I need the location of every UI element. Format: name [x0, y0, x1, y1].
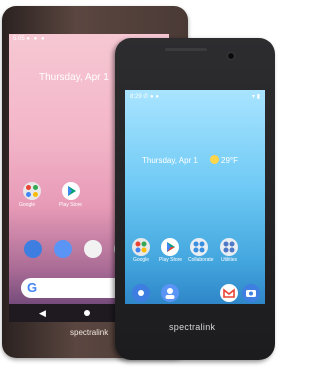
- utilities-icon[interactable]: [220, 238, 238, 256]
- calendar-icon[interactable]: [84, 240, 102, 258]
- google-folder-icon[interactable]: [23, 182, 41, 200]
- battery-icon: ▾ ▮: [252, 94, 260, 100]
- back-icon[interactable]: ◀: [39, 308, 46, 319]
- app-label: Google: [132, 257, 150, 263]
- phone-icon[interactable]: [24, 240, 42, 258]
- contacts-icon[interactable]: [54, 240, 72, 258]
- home-icon[interactable]: [84, 310, 90, 316]
- google-icon: G: [27, 280, 38, 295]
- app-play-store[interactable]: Play Store: [159, 238, 183, 263]
- back-status-bar: 5:05 ● ● ●: [13, 36, 46, 42]
- collaborate-icon[interactable]: [190, 238, 208, 256]
- sun-icon: [210, 155, 219, 164]
- app-label: Collaborate: [188, 257, 214, 263]
- status-icons: ✆ ● ●: [143, 94, 159, 100]
- phone-icon[interactable]: [132, 284, 150, 302]
- camera-lens-icon: [227, 52, 235, 60]
- front-phone-screen: 8:29 ✆ ● ● ▾ ▮ Thursday, Apr 1 29°F Goog…: [125, 90, 265, 304]
- app-google[interactable]: Google: [130, 238, 152, 263]
- brand-logo: spectralink: [70, 328, 109, 337]
- front-phone: 8:29 ✆ ● ● ▾ ▮ Thursday, Apr 1 29°F Goog…: [115, 38, 275, 360]
- app-label: Google: [19, 202, 36, 208]
- camera-icon[interactable]: [242, 284, 260, 302]
- temperature: 29°F: [221, 156, 238, 165]
- app-label: Play Store: [159, 257, 183, 263]
- app-label: Utilities: [220, 257, 238, 263]
- front-date-widget[interactable]: Thursday, Apr 1: [142, 156, 198, 165]
- google-folder-icon[interactable]: [132, 238, 150, 256]
- back-status-time: 5:05: [13, 36, 25, 42]
- app-label: Play Store: [59, 202, 83, 208]
- brand-logo: spectralink: [169, 322, 216, 332]
- contacts-icon[interactable]: [161, 284, 179, 302]
- app-utilities[interactable]: Utilities: [218, 238, 240, 263]
- front-status-bar: 8:29 ✆ ● ●: [130, 93, 159, 100]
- speaker-grille: [165, 48, 207, 51]
- front-status-time: 8:29: [130, 94, 142, 100]
- play-store-icon[interactable]: [161, 238, 179, 256]
- status-icons: ● ● ●: [26, 36, 46, 42]
- gmail-icon[interactable]: [220, 284, 238, 302]
- app-collaborate[interactable]: Collaborate: [188, 238, 214, 263]
- back-date-widget[interactable]: Thursday, Apr 1: [39, 72, 109, 83]
- play-store-icon[interactable]: [62, 182, 80, 200]
